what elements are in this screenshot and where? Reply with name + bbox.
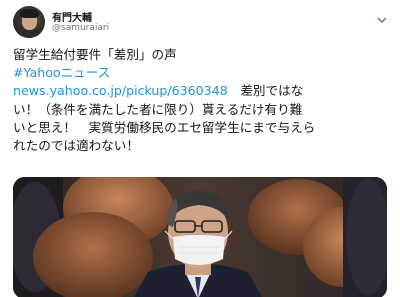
author-display-name[interactable]: 有門大輔 <box>52 9 92 24</box>
author-handle[interactable]: @samuraiari <box>52 23 109 33</box>
tweet-line-tail: 差別ではな <box>227 83 304 99</box>
tweet-line: れたのでは適わない！ <box>13 138 139 154</box>
hashtag-link[interactable]: #Yahooニュース <box>13 65 110 80</box>
tweet-line: いと思え！ 実質労働移民のエセ留学生にまで与えら <box>13 119 316 135</box>
article-link[interactable]: news.yahoo.co.jp/pickup/6360348 <box>13 83 228 98</box>
tweet-line: news.yahoo.co.jp/pickup/6360348 差別ではな <box>13 82 389 100</box>
tweet-line: #Yahooニュース <box>13 64 389 82</box>
tweet-line: 留学生給付要件「差別」の声 <box>13 47 177 62</box>
chevron-down-icon[interactable] <box>376 10 388 24</box>
tweet-text: 留学生給付要件「差別」の声 #Yahooニュース news.yahoo.co.j… <box>13 46 389 155</box>
tweet-photo[interactable] <box>13 177 387 297</box>
avatar[interactable] <box>13 6 45 38</box>
tweet-card[interactable]: 有門大輔 @samuraiari 留学生給付要件「差別」の声 #Yahooニュー… <box>0 0 400 297</box>
tweet-line: い！（条件を満たした者に限り）貰えるだけ有り難 <box>13 101 303 117</box>
